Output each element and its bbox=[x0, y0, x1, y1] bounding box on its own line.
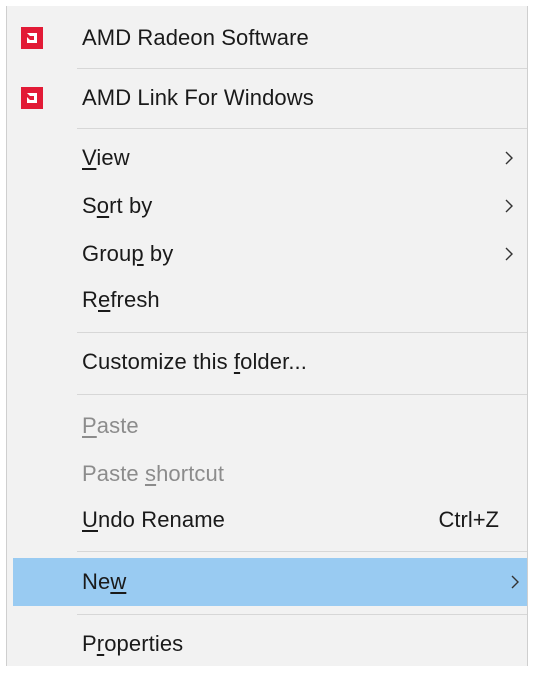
menu-item-view[interactable]: View bbox=[7, 134, 527, 182]
menu-item-sort-by[interactable]: Sort by bbox=[7, 182, 527, 230]
menu-item-label: Undo Rename bbox=[82, 507, 225, 532]
menu-item-label: Paste bbox=[82, 413, 139, 438]
menu-item-label: AMD Radeon Software bbox=[82, 25, 309, 50]
chevron-right-icon bbox=[505, 151, 513, 165]
menu-separator bbox=[77, 128, 527, 129]
menu-separator bbox=[77, 68, 527, 69]
menu-item-paste-shortcut: Paste shortcut bbox=[7, 450, 527, 498]
menu-item-group-by[interactable]: Group by bbox=[7, 230, 527, 278]
menu-separator bbox=[77, 332, 527, 333]
menu-item-customize-folder[interactable]: Customize this folder... bbox=[7, 338, 527, 386]
amd-logo-icon bbox=[21, 27, 43, 49]
menu-item-undo-rename[interactable]: Undo Rename Ctrl+Z bbox=[7, 496, 527, 544]
menu-item-label: Customize this folder... bbox=[82, 349, 307, 374]
amd-logo-icon bbox=[21, 87, 43, 109]
menu-item-label: Properties bbox=[82, 631, 184, 656]
menu-item-label: AMD Link For Windows bbox=[82, 85, 314, 110]
menu-separator bbox=[77, 614, 527, 615]
menu-item-properties[interactable]: Properties bbox=[7, 620, 527, 668]
menu-item-paste: Paste bbox=[7, 402, 527, 450]
keyboard-shortcut: Ctrl+Z bbox=[438, 507, 500, 532]
context-menu: AMD Radeon Software AMD Link For Windows… bbox=[6, 6, 528, 666]
menu-item-amd-radeon-software[interactable]: AMD Radeon Software bbox=[7, 14, 527, 62]
menu-item-label: Group by bbox=[82, 241, 174, 266]
chevron-right-icon bbox=[505, 247, 513, 261]
menu-item-refresh[interactable]: Refresh bbox=[7, 276, 527, 324]
menu-separator bbox=[77, 394, 527, 395]
menu-item-label: View bbox=[82, 145, 130, 170]
menu-item-amd-link-for-windows[interactable]: AMD Link For Windows bbox=[7, 74, 527, 122]
menu-item-label: New bbox=[82, 569, 127, 594]
menu-separator bbox=[77, 551, 527, 552]
menu-item-label: Paste shortcut bbox=[82, 461, 225, 486]
menu-item-label: Refresh bbox=[82, 287, 160, 312]
menu-item-label: Sort by bbox=[82, 193, 153, 218]
menu-item-new[interactable]: New bbox=[13, 558, 527, 606]
chevron-right-icon bbox=[511, 575, 519, 589]
chevron-right-icon bbox=[505, 199, 513, 213]
